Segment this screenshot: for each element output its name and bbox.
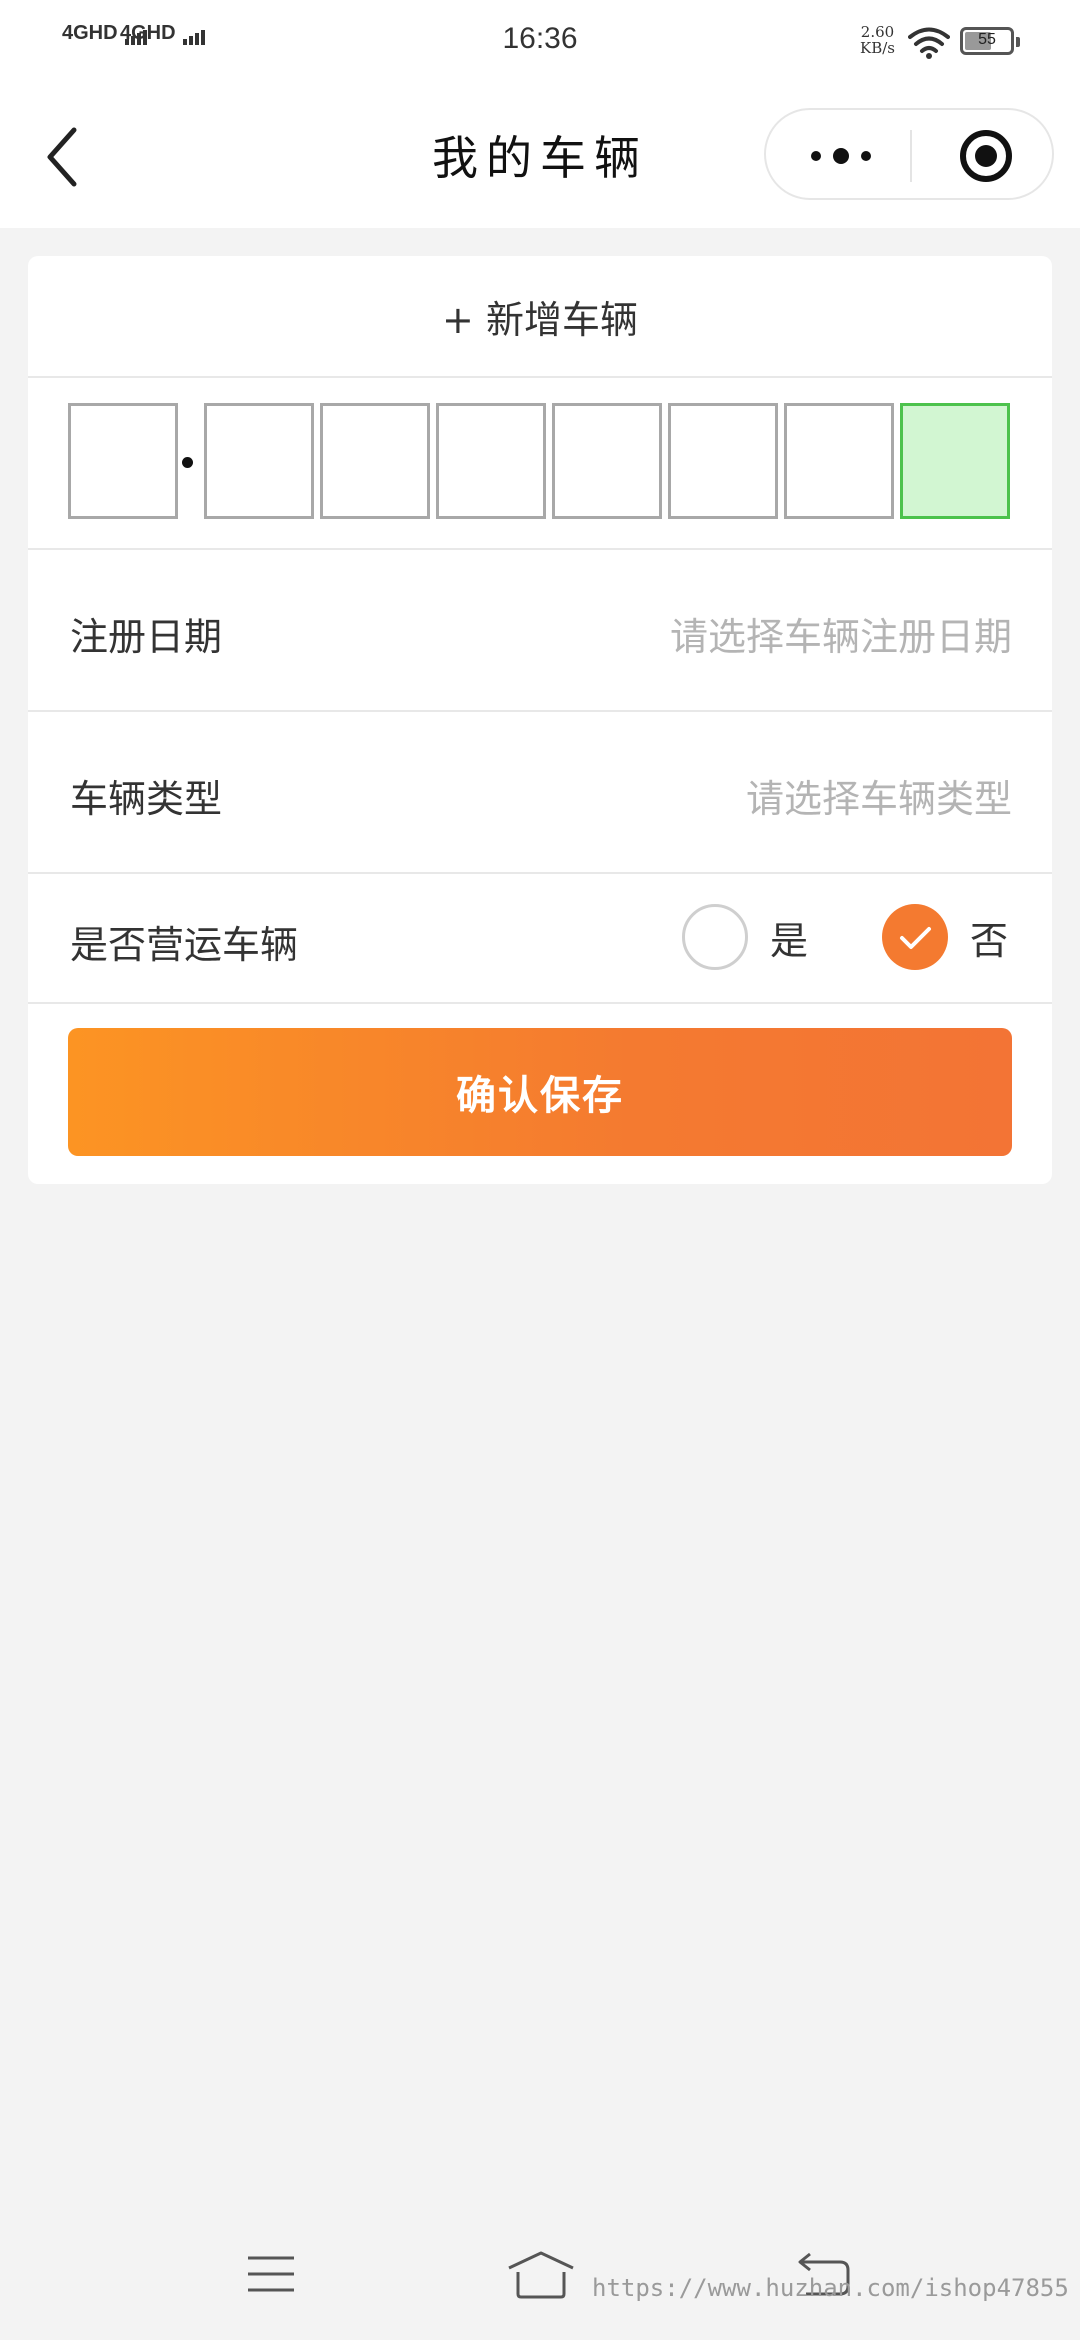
network-speed: 2.60 KB/s xyxy=(860,24,895,56)
network-speed-value: 2.60 xyxy=(860,23,895,41)
watermark-text: https://www.huzhan.com/ishop47855 xyxy=(592,2274,1069,2302)
plate-char-box[interactable] xyxy=(668,403,778,519)
network-speed-unit: KB/s xyxy=(860,39,895,57)
plate-char-box[interactable] xyxy=(436,403,546,519)
plate-char-box[interactable] xyxy=(552,403,662,519)
status-bar: 4GHD 4GHD 16:36 2.60 KB/s 55 xyxy=(0,0,1080,80)
vehicle-form-card: + 新增车辆 注册日期 请选择车辆注册日期 车辆类型 请选择车辆类型 是否营运车… xyxy=(28,256,1052,1184)
register-date-label: 注册日期 xyxy=(70,615,223,659)
commercial-vehicle-label: 是否营运车辆 xyxy=(70,923,299,967)
radio-no-label[interactable]: 否 xyxy=(970,910,1008,965)
more-dots-icon[interactable] xyxy=(806,136,876,176)
add-vehicle-button[interactable]: + 新增车辆 xyxy=(28,256,1052,378)
plate-char-box[interactable] xyxy=(204,403,314,519)
commercial-vehicle-row: 是否营运车辆 是 否 xyxy=(28,874,1052,1004)
home-icon[interactable] xyxy=(506,2250,576,2300)
radio-no[interactable] xyxy=(882,904,948,970)
capsule-divider xyxy=(910,130,912,182)
radio-yes[interactable] xyxy=(682,904,748,970)
vehicle-type-picker[interactable]: 请选择车辆类型 xyxy=(746,768,1012,823)
miniprogram-capsule xyxy=(764,108,1054,200)
register-date-picker[interactable]: 请选择车辆注册日期 xyxy=(670,606,1012,661)
plate-char-box[interactable] xyxy=(68,403,178,519)
plate-separator-dot xyxy=(182,457,193,468)
battery-level: 55 xyxy=(978,31,996,48)
plate-char-box[interactable] xyxy=(320,403,430,519)
plate-char-box[interactable] xyxy=(784,403,894,519)
navigation-bar: 我的车辆 xyxy=(0,80,1080,228)
menu-lines-icon[interactable] xyxy=(246,2254,296,2294)
register-date-row[interactable]: 注册日期 请选择车辆注册日期 xyxy=(28,550,1052,712)
system-navigation-bar: https://www.huzhan.com/ishop47855 xyxy=(0,2214,1080,2340)
vehicle-type-label: 车辆类型 xyxy=(70,777,223,821)
vehicle-type-row[interactable]: 车辆类型 请选择车辆类型 xyxy=(28,712,1052,874)
wifi-icon xyxy=(908,27,950,59)
target-circle-icon[interactable] xyxy=(958,128,1014,184)
confirm-save-button[interactable]: 确认保存 xyxy=(68,1028,1012,1156)
checkmark-icon xyxy=(900,927,931,949)
battery-icon: 55 xyxy=(960,27,1020,55)
plate-char-box-new-energy[interactable] xyxy=(900,403,1010,519)
license-plate-input xyxy=(28,378,1052,550)
radio-yes-label[interactable]: 是 xyxy=(770,910,808,965)
